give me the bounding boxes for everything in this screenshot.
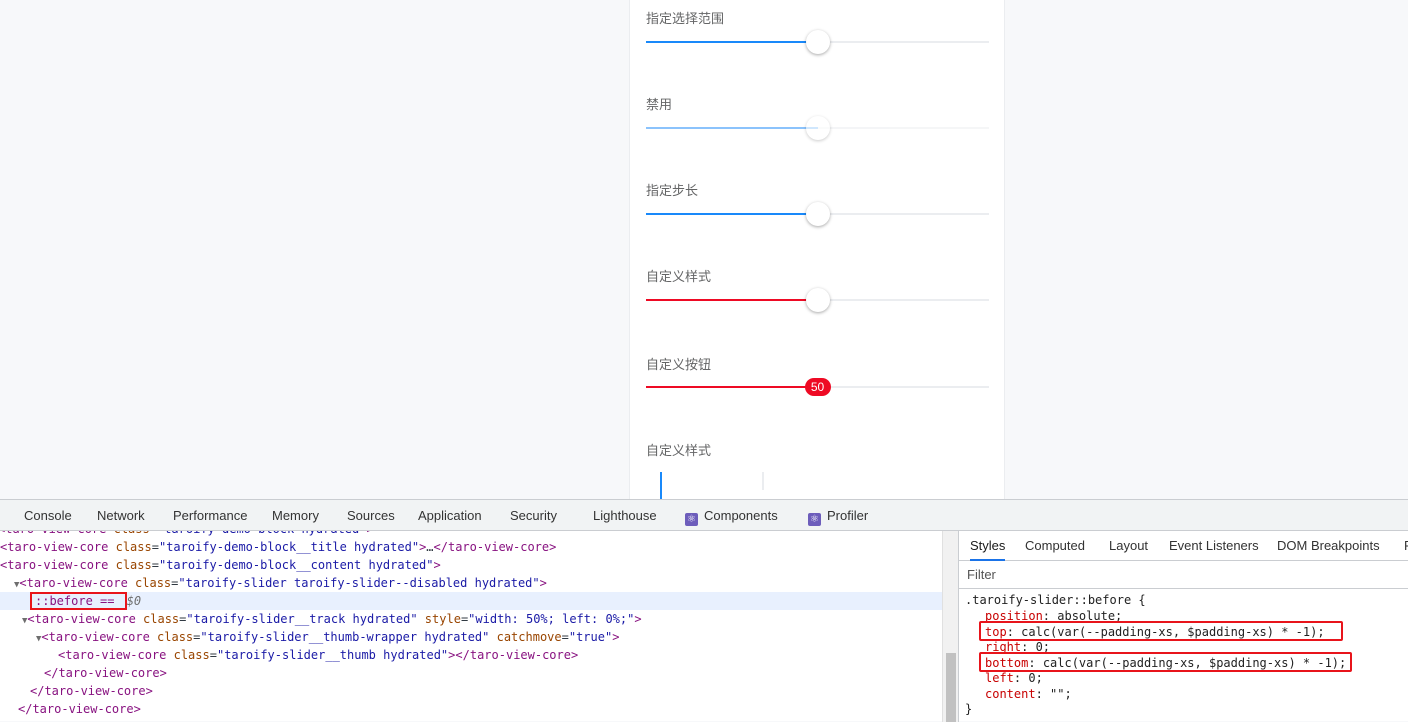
node-markup: <taro-view-core class="taroify-slider__t… [58,648,579,662]
demo-title: 自定义按钮 [646,358,712,373]
node-markup: ::before == $0 [30,592,141,610]
node-markup: <taro-view-core class="taroify-slider__t… [41,630,620,644]
node-markup: <taro-view-core class="taroify-slider ta… [19,576,547,590]
slider-thumb[interactable] [805,202,830,226]
slider-fill [646,127,818,129]
dom-node[interactable]: </taro-view-core> [0,664,942,682]
devtools-tab-components[interactable]: ⚛ Components [685,500,778,531]
css-property: content [985,686,1036,701]
css-colon: : [1013,671,1029,685]
devtools-tab-application[interactable]: Application [418,500,482,531]
console-ref: $0 [126,594,142,608]
devtools-tab-label: Components [704,508,778,523]
demo-title: 自定义样式 [646,270,712,285]
devtools-tab-label: Performance [173,508,248,523]
devtools-tab-console[interactable]: Console [24,500,72,531]
css-value: ""; [1050,686,1072,701]
styles-pane: Styles Computed Layout Event Listeners DOM B… [958,531,1408,722]
elements-tree: <taro-view-core class="taroify-demo-bloc… [0,531,958,722]
node-markup: <taro-view-core class="taroify-demo-bloc… [0,558,441,572]
slider-fill [646,213,818,215]
slider-thumb[interactable] [805,288,830,312]
devtools-tab-sources[interactable]: Sources [347,500,395,531]
devtools-tab-lighthouse[interactable]: Lighthouse [593,500,657,531]
highlight-box [979,651,1352,672]
node-markup: <taro-view-core class="taroify-demo-bloc… [0,531,374,536]
devtools-tab-bar: Console Network Performance Memory Sources Ap… [0,500,1408,531]
devtools-tab-security[interactable]: Security [510,500,557,531]
slider-fill [646,299,818,301]
devtools-tab-label: Sources [347,508,395,523]
slider-custom-thumb[interactable]: 50 [804,378,831,396]
styles-tab-computed[interactable]: Computed [1025,531,1085,561]
devtools-tab-label: Security [510,508,557,523]
devtools-panel: Console Network Performance Memory Sources Ap… [0,499,1408,722]
elements-scrollbar[interactable] [942,531,958,722]
devtools-tab-label: Memory [272,508,319,523]
styles-tab-styles[interactable]: Styles [970,531,1006,561]
pseudo-element: ::before == [30,592,127,610]
dom-node[interactable]: <taro-view-core class="taroify-demo-bloc… [0,556,942,574]
css-declaration[interactable]: left: 0; [985,670,1043,686]
devtools-tab-label: Lighthouse [593,508,657,523]
demo-title: 指定步长 [646,184,699,199]
vertical-slider-fill [660,472,662,499]
node-markup: </taro-view-core> [44,666,167,680]
styles-tab-p[interactable]: P [1404,531,1408,561]
devtools-tab-label: Application [418,508,482,523]
dom-node[interactable]: </taro-view-core> [0,700,942,718]
dom-node[interactable]: </taro-view-core> [0,682,942,700]
demo-title: 禁用 [646,98,673,113]
dom-node[interactable]: ▼<taro-view-core class="taroify-slider__… [0,628,942,646]
node-markup: <taro-view-core class="taroify-slider__t… [27,612,642,626]
slider-thumb[interactable] [805,30,830,54]
devtools-tab-network[interactable]: Network [97,500,145,531]
dom-node[interactable]: <taro-view-core class="taroify-demo-bloc… [0,538,942,556]
scrollbar-thumb[interactable] [946,653,956,722]
demo-title: 自定义样式 [646,444,712,459]
demo-title: 指定选择范围 [646,12,725,27]
app-viewport: 指定选择范围 禁用 指定步长 自定义样式 自定义按钮 50 自定义样式 [0,0,1408,499]
node-markup: </taro-view-core> [18,702,141,716]
styles-tab-event-listeners[interactable]: Event Listeners [1169,531,1259,561]
dom-node[interactable]: <taro-view-core class="taroify-slider__t… [0,646,942,664]
slider-fill [646,386,818,388]
dom-node[interactable]: ▼<taro-view-core class="taroify-slider t… [0,574,942,592]
node-markup: </taro-view-core> [30,684,153,698]
slider-fill [646,41,818,43]
devtools-tab-memory[interactable]: Memory [272,500,319,531]
devtools-tab-label: Network [97,508,145,523]
highlight-box [979,620,1343,641]
css-selector: .taroify-slider::before { [965,593,1146,607]
css-declaration[interactable]: content: ""; [985,686,1072,702]
devtools-tab-label: Profiler [827,508,869,523]
vertical-slider-track [762,472,764,490]
styles-tab-bar: Styles Computed Layout Event Listeners DOM B… [959,531,1408,561]
styles-tab-dom-breakpoints[interactable]: DOM Breakpoints [1277,531,1380,561]
react-icon: ⚛ [685,513,698,526]
mobile-preview: 指定选择范围 禁用 指定步长 自定义样式 自定义按钮 50 自定义样式 [629,0,1005,499]
devtools-tab-performance[interactable]: Performance [173,500,247,531]
devtools-tab-profiler[interactable]: ⚛ Profiler [808,500,868,531]
styles-tab-layout[interactable]: Layout [1109,531,1148,561]
react-icon: ⚛ [808,513,821,526]
css-property: left [985,671,1014,685]
styles-filter-input[interactable]: Filter [959,561,1408,589]
css-colon: : [1035,686,1051,701]
css-close-brace: } [965,702,973,716]
dom-node[interactable]: ▼<taro-view-core class="taroify-slider__… [0,610,942,628]
node-markup: <taro-view-core class="taroify-demo-bloc… [0,540,557,554]
css-value: 0; [1028,671,1043,685]
slider-thumb[interactable] [805,116,830,140]
dom-node[interactable]: <taro-view-core class="taroify-demo-bloc… [0,531,940,538]
selected-node[interactable]: ::before == $0 [0,592,942,610]
devtools-tab-label: Console [24,508,72,523]
